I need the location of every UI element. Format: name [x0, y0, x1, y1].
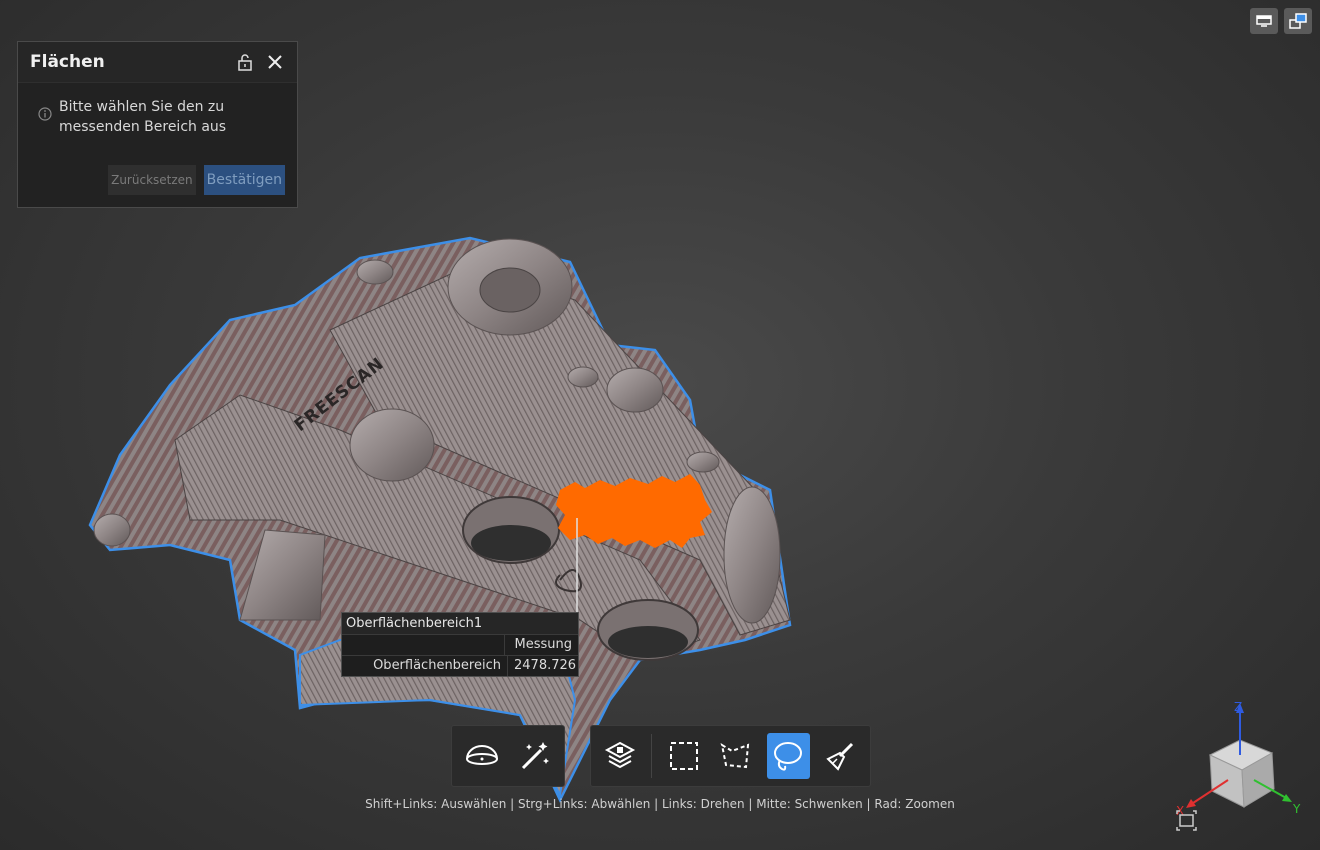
measurement-title: Oberflächenbereich1	[342, 613, 578, 634]
view-tools	[1250, 8, 1312, 34]
panel-message: Bitte wählen Sie den zu messenden Bereic…	[59, 99, 227, 135]
display-icon	[1256, 15, 1272, 27]
mouse-hint: Shift+Links: Auswählen | Strg+Links: Abw…	[365, 797, 955, 811]
model-right-tube-end	[723, 486, 781, 624]
close-button[interactable]	[265, 52, 285, 72]
view-cube[interactable]: Z X Y	[1170, 695, 1310, 835]
polygon-select-icon	[720, 742, 750, 769]
confirm-button[interactable]: Bestätigen	[203, 165, 285, 195]
surface-measure-panel: Flächen Bitte wählen Sie den zu messende…	[17, 41, 298, 208]
axis-z-label: Z	[1234, 700, 1242, 714]
panel-body: Bitte wählen Sie den zu messenden Bereic…	[18, 83, 297, 137]
polygon-select-tool-button[interactable]	[715, 733, 757, 779]
info-icon	[38, 107, 52, 121]
swap-view-icon	[1289, 13, 1307, 29]
close-icon	[268, 55, 282, 69]
measurement-table: Oberflächenbereich1 Messung Oberflächenb…	[341, 612, 579, 677]
reset-button[interactable]: Zurücksetzen	[108, 165, 196, 195]
measurement-value: 2478.726	[514, 658, 577, 673]
toolbar-group-primary	[451, 725, 565, 787]
panel-header: Flächen	[18, 42, 297, 83]
magic-wand-icon	[521, 742, 549, 770]
switch-view-button[interactable]	[1284, 8, 1312, 34]
toolbar-group-selection	[590, 725, 871, 787]
display-mode-button[interactable]	[1250, 8, 1278, 34]
layers-tool-button[interactable]	[599, 733, 641, 779]
brush-tool-button[interactable]	[820, 733, 862, 779]
unlock-button[interactable]	[235, 52, 255, 72]
hemisphere-icon	[465, 745, 498, 765]
panel-buttons: Zurücksetzen Bestätigen	[108, 165, 285, 195]
table-row: Oberflächenbereich 2478.726	[342, 655, 578, 676]
panel-title: Flächen	[30, 52, 105, 72]
brush-icon	[826, 742, 853, 771]
unlock-icon	[238, 54, 252, 71]
measurement-label: Oberflächenbereich	[342, 656, 508, 676]
rect-select-icon	[669, 742, 698, 770]
lasso-select-tool-button[interactable]	[767, 733, 810, 779]
model-dome	[349, 408, 435, 482]
layers-icon	[605, 741, 636, 769]
rect-select-tool-button[interactable]	[662, 733, 704, 779]
measurement-header-row: Messung	[342, 634, 578, 655]
hemisphere-tool-button[interactable]	[460, 733, 503, 779]
axis-y-label: Y	[1292, 802, 1301, 816]
magic-wand-tool-button[interactable]	[513, 733, 556, 779]
lasso-select-icon	[774, 742, 803, 771]
measurement-column-header: Messung	[514, 637, 573, 652]
